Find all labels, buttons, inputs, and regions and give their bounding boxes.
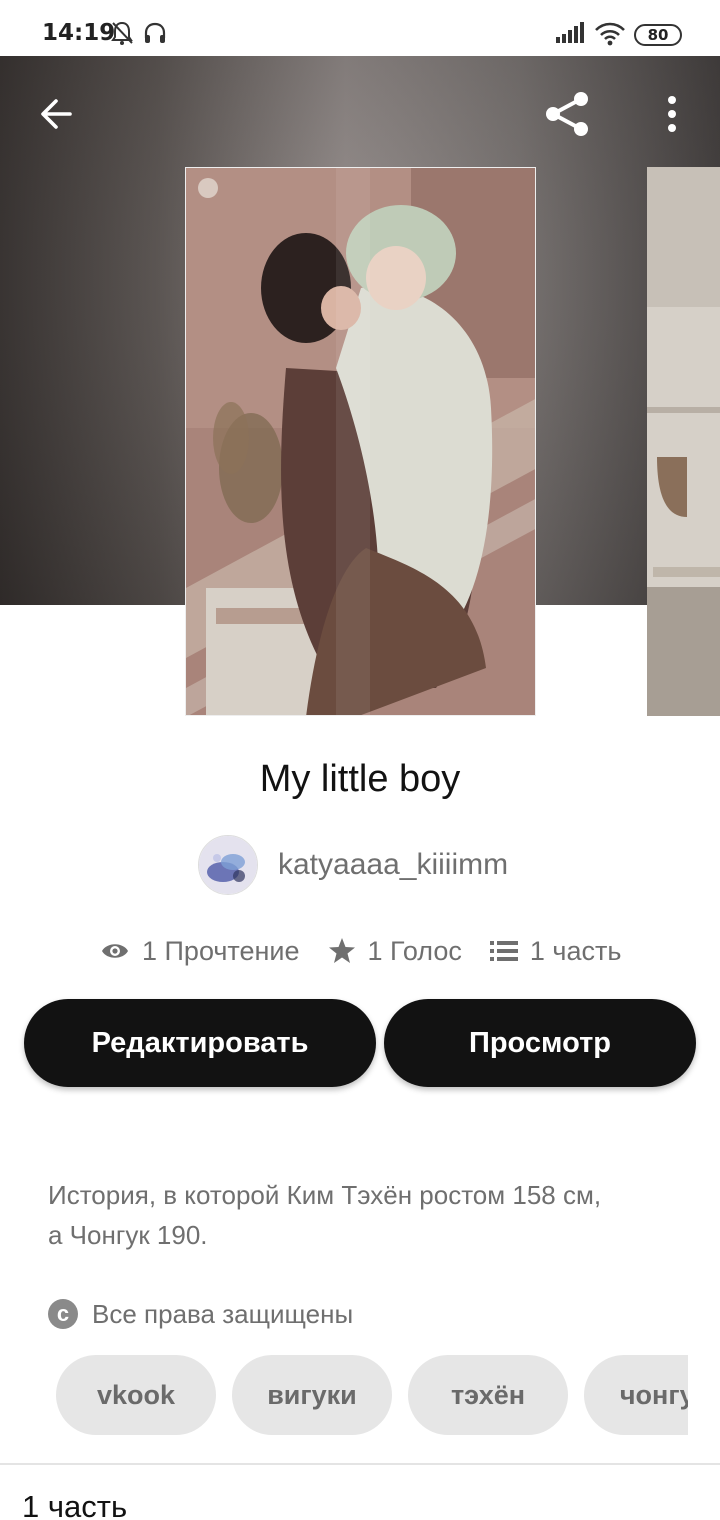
story-description: История, в которой Ким Тэхён ростом 158 … xyxy=(48,1175,688,1255)
tag-chip[interactable]: vkook xyxy=(56,1355,216,1435)
cover-illustration xyxy=(186,168,535,715)
signal-icon xyxy=(555,22,585,49)
next-story-cover[interactable] xyxy=(647,167,720,716)
description-line: История, в которой Ким Тэхён ростом 158 … xyxy=(48,1180,602,1210)
back-button[interactable] xyxy=(28,86,84,142)
parts-count: 1 часть xyxy=(529,935,622,966)
parts-stat: 1 часть xyxy=(489,935,622,967)
share-icon xyxy=(546,92,588,136)
section-divider xyxy=(0,1463,720,1465)
parts-heading: 1 часть xyxy=(22,1489,128,1520)
tag-chip[interactable]: тэхён xyxy=(408,1355,568,1435)
tag-chip[interactable]: чонгук xyxy=(584,1355,688,1435)
votes-count: 1 Голос xyxy=(367,935,462,966)
preview-button[interactable]: Просмотр xyxy=(384,999,696,1087)
edit-button[interactable]: Редактировать xyxy=(24,999,376,1087)
copyright-notice: c Все права защищены xyxy=(48,1294,353,1334)
star-icon xyxy=(328,938,355,963)
story-cover[interactable] xyxy=(185,167,536,716)
author-name[interactable]: katyaaaa_kiiiimm xyxy=(278,848,508,882)
more-vertical-icon xyxy=(668,96,676,132)
description-line: а Чонгук 190. xyxy=(48,1220,208,1250)
copyright-label: Все права защищены xyxy=(92,1298,354,1329)
status-bar: 14:19 80 xyxy=(0,0,720,56)
headset-icon xyxy=(142,20,168,51)
wifi-icon xyxy=(594,22,626,51)
votes-stat: 1 Голос xyxy=(328,936,462,967)
reads-count: 1 Прочтение xyxy=(142,935,300,966)
bell-off-icon xyxy=(110,20,134,51)
share-button[interactable] xyxy=(540,86,596,142)
reads-stat: 1 Прочтение xyxy=(100,936,300,967)
eye-icon xyxy=(102,944,128,958)
story-stats: 1 Прочтение 1 Голос 1 часть xyxy=(100,930,621,972)
arrow-left-icon xyxy=(41,99,72,129)
story-title: My little boy xyxy=(259,758,461,800)
author-avatar[interactable] xyxy=(198,835,258,895)
author-link[interactable]: katyaaaa_kiiiimm xyxy=(198,834,508,896)
battery-indicator: 80 xyxy=(634,24,682,46)
more-options-button[interactable] xyxy=(644,86,700,142)
copyright-icon: c xyxy=(48,1299,78,1329)
avatar-image xyxy=(199,836,257,894)
status-time: 14:19 xyxy=(42,20,116,46)
next-cover-illustration xyxy=(647,167,720,716)
tag-list: vkook вигуки тэхён чонгук xyxy=(56,1355,688,1435)
tag-chip[interactable]: вигуки xyxy=(232,1355,392,1435)
list-icon xyxy=(489,941,518,961)
